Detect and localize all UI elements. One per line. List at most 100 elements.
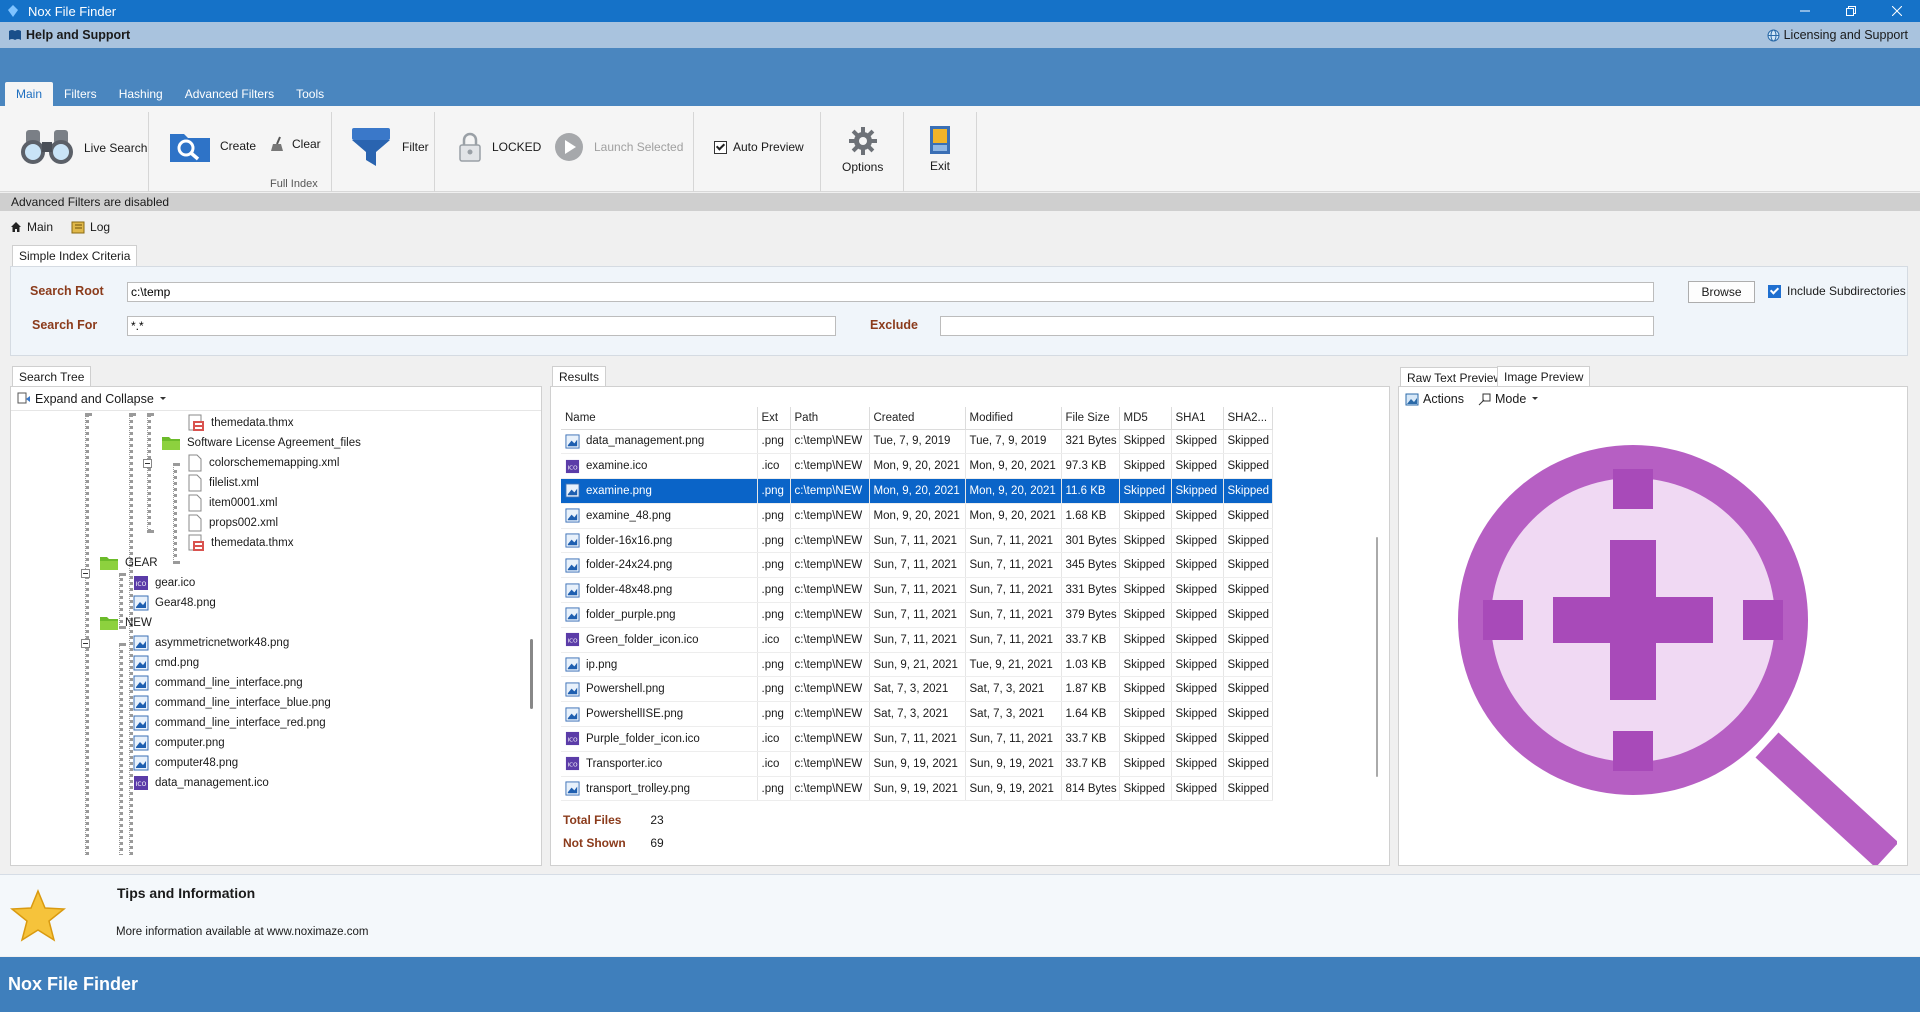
tree-item[interactable]: NEW — [99, 613, 152, 633]
table-row[interactable]: folder-24x24.png .png c:\temp\NEW Sun, 7, 1… — [561, 552, 1273, 579]
tree-item[interactable]: ICO gear.ico — [133, 573, 195, 593]
not-shown-value: 69 — [650, 836, 664, 850]
exit-button[interactable]: Exit — [928, 125, 952, 173]
expand-collapse-dropdown[interactable]: Expand and Collapse — [17, 392, 168, 406]
browse-button[interactable]: Browse — [1688, 281, 1755, 303]
cell-name: ip.png — [561, 652, 758, 678]
table-row[interactable]: folder-16x16.png .png c:\temp\NEW Sun, 7, 1… — [561, 528, 1273, 554]
table-row[interactable]: Powershell.png .png c:\temp\NEW Sat, 7, 3, … — [561, 676, 1273, 703]
column-header-ext[interactable]: Ext — [757, 407, 791, 430]
column-header-name[interactable]: Name — [561, 407, 758, 430]
tree-expander[interactable] — [81, 639, 90, 648]
cell-ext: .ico — [757, 751, 791, 777]
cell-file-size: 33.7 KB — [1061, 726, 1120, 752]
tab-hashing[interactable]: Hashing — [108, 82, 174, 106]
tree-item[interactable]: command_line_interface_blue.png — [133, 693, 331, 713]
tree-view[interactable]: themedata.thmx Software License Agreemen… — [15, 413, 525, 855]
tree-item[interactable]: computer.png — [133, 733, 225, 753]
tree-item[interactable]: Gear48.png — [133, 593, 216, 613]
table-row[interactable]: examine_48.png .png c:\temp\NEW Mon, 9, 20,… — [561, 503, 1273, 529]
results-tab[interactable]: Results — [552, 366, 607, 386]
options-button[interactable]: Options — [842, 126, 883, 174]
launch-selected-button[interactable]: Launch Selected — [554, 132, 683, 162]
table-row[interactable]: ICO examine.ico .ico c:\temp\NEW Mon, 9, 20,… — [561, 453, 1273, 480]
file-icon — [188, 454, 202, 472]
tree-item[interactable]: cmd.png — [133, 653, 199, 673]
cell-md5: Skipped — [1119, 528, 1172, 554]
table-row[interactable]: folder-48x48.png .png c:\temp\NEW Sun, 7, 1… — [561, 577, 1273, 604]
tree-item[interactable]: ICO data_management.ico — [133, 773, 269, 793]
tree-item-label: asymmetricnetwork48.png — [155, 637, 290, 649]
column-header-modified[interactable]: Modified — [965, 407, 1062, 430]
exclude-input[interactable] — [940, 316, 1654, 336]
tree-item[interactable]: item0001.xml — [187, 493, 277, 513]
search-for-input[interactable] — [127, 316, 836, 336]
cell-sha1: Skipped — [1171, 453, 1224, 480]
tab-filters[interactable]: Filters — [53, 82, 108, 106]
cell-file-size: 321 Bytes — [1061, 429, 1120, 455]
tree-item[interactable]: themedata.thmx — [187, 533, 293, 553]
tree-item[interactable]: props002.xml — [187, 513, 278, 533]
tree-item[interactable]: computer48.png — [133, 753, 238, 773]
image-preview-tab[interactable]: Image Preview — [1497, 366, 1591, 386]
tree-expander[interactable] — [143, 459, 152, 468]
tree-expander[interactable] — [81, 569, 90, 578]
tree-item[interactable]: GEAR — [99, 553, 158, 573]
tree-item[interactable]: filelist.xml — [187, 473, 259, 493]
column-header-created[interactable]: Created — [869, 407, 966, 430]
close-button[interactable] — [1874, 0, 1920, 22]
column-header-path[interactable]: Path — [790, 407, 870, 430]
mode-dropdown[interactable]: Mode — [1478, 392, 1544, 406]
tab-main[interactable]: Main — [5, 82, 54, 106]
results-scrollbar-thumb[interactable] — [1376, 537, 1378, 777]
auto-preview-checkbox[interactable]: Auto Preview — [714, 140, 804, 154]
tab-advanced-filters[interactable]: Advanced Filters — [174, 82, 285, 106]
actions-button[interactable]: Actions — [1405, 392, 1464, 406]
table-row[interactable]: ip.png .png c:\temp\NEW Sun, 9, 21, 2021 Tue… — [561, 652, 1273, 678]
simple-index-criteria-tab[interactable]: Simple Index Criteria — [12, 245, 138, 266]
tree-item[interactable]: asymmetricnetwork48.png — [133, 633, 289, 653]
minimize-button[interactable] — [1782, 0, 1828, 22]
table-row[interactable]: examine.png .png c:\temp\NEW Mon, 9, 20, 20… — [561, 478, 1273, 504]
cell-file-size: 301 Bytes — [1061, 528, 1120, 554]
locked-button[interactable]: LOCKED — [458, 131, 541, 163]
table-row[interactable]: data_management.png .png c:\temp\NEW Tue, 7… — [561, 429, 1273, 455]
raw-text-preview-tab[interactable]: Raw Text Preview — [1400, 367, 1509, 387]
clear-index-button[interactable]: Clear — [270, 136, 321, 152]
table-row[interactable]: transport_trolley.png .png c:\temp\NEW Sun,… — [561, 776, 1273, 802]
table-row[interactable]: ICO Purple_folder_icon.ico .ico c:\temp\NEW… — [561, 726, 1273, 752]
doc-tab-main[interactable]: Main — [10, 220, 53, 234]
cell-file-size: 1.64 KB — [1061, 701, 1120, 728]
help-and-support-button[interactable]: Help and Support — [8, 28, 130, 42]
results-grid[interactable]: Name Ext Path Created Modified File Size… — [561, 407, 1273, 802]
column-header-sha1[interactable]: SHA1 — [1171, 407, 1224, 430]
cell-ext: .png — [757, 503, 791, 529]
column-header-md5[interactable]: MD5 — [1119, 407, 1172, 430]
licensing-and-support-button[interactable]: Licensing and Support — [1767, 22, 1908, 48]
table-row[interactable]: folder_purple.png .png c:\temp\NEW Sun, 7, … — [561, 602, 1273, 628]
table-row[interactable]: ICO Transporter.ico .ico c:\temp\NEW Sun, 9,… — [561, 751, 1273, 777]
column-header-sha2[interactable]: SHA2... — [1223, 407, 1273, 430]
table-row[interactable]: PowershellISE.png .png c:\temp\NEW Sat, 7, … — [561, 701, 1273, 728]
live-search-button[interactable]: Live Search — [18, 128, 147, 168]
ribbon-separator — [148, 112, 149, 192]
maximize-button[interactable] — [1828, 0, 1874, 22]
tree-item[interactable]: command_line_interface_red.png — [133, 713, 326, 733]
tab-tools[interactable]: Tools — [285, 82, 335, 106]
doc-tab-log[interactable]: Log — [71, 220, 110, 234]
total-files-label: Total Files — [563, 813, 622, 827]
column-header-file-size[interactable]: File Size — [1061, 407, 1120, 430]
search-root-input[interactable] — [127, 282, 1654, 302]
table-row[interactable]: ICO Green_folder_icon.ico .ico c:\temp\NEW S… — [561, 627, 1273, 653]
tree-item[interactable]: command_line_interface.png — [133, 673, 303, 693]
search-tree-tab[interactable]: Search Tree — [12, 366, 92, 386]
tree-item[interactable]: Software License Agreement_files — [161, 433, 361, 453]
tree-item[interactable]: themedata.thmx — [187, 413, 293, 433]
cell-created: Sun, 7, 11, 2021 — [869, 726, 966, 752]
tree-scrollbar-thumb[interactable] — [530, 639, 533, 709]
create-index-button[interactable]: Create — [168, 128, 256, 164]
include-subdirectories-checkbox[interactable]: Include Subdirectories — [1768, 284, 1906, 298]
tree-item[interactable]: colorschememapping.xml — [187, 453, 339, 473]
image-preview-panel: Actions Mode — [1398, 386, 1908, 866]
filter-button[interactable]: Filter — [350, 126, 429, 168]
